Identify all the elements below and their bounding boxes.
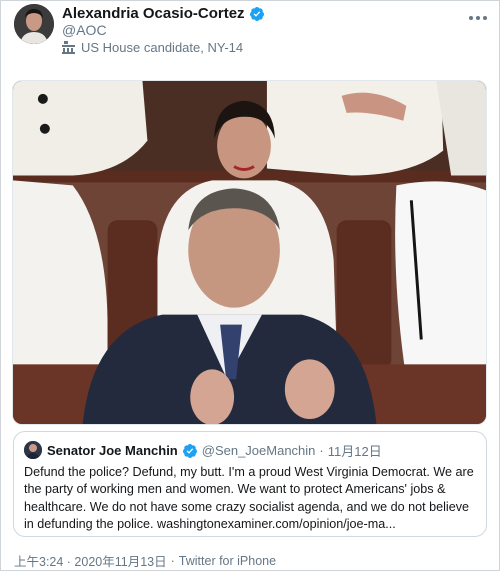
verified-badge-icon — [249, 6, 264, 21]
author-avatar[interactable] — [14, 4, 54, 44]
quoted-author-handle[interactable]: @Sen_JoeManchin — [202, 443, 316, 458]
quoted-tweet-text: Defund the police? Defund, my butt. I'm … — [24, 465, 474, 532]
quoted-author-avatar[interactable] — [24, 441, 42, 459]
more-options-button[interactable] — [469, 11, 487, 25]
government-building-icon — [62, 41, 75, 54]
author-label: US House candidate, NY-14 — [62, 40, 243, 55]
author-name[interactable]: Alexandria Ocasio-Cortez — [62, 5, 245, 22]
tweet-source[interactable]: Twitter for iPhone — [179, 554, 276, 568]
photo-illustration — [13, 81, 486, 424]
author-handle[interactable]: @AOC — [62, 22, 107, 38]
tweet-metadata: 上午3:24 · 2020年11月13日 · Twitter for iPhon… — [14, 551, 276, 570]
author-name-row[interactable]: Alexandria Ocasio-Cortez — [62, 5, 265, 22]
verified-badge-icon — [182, 443, 197, 458]
quoted-tweet-header: Senator Joe Manchin @Sen_JoeManchin · 11… — [47, 441, 382, 460]
author-label-text: US House candidate, NY-14 — [81, 40, 244, 55]
separator-dot: · — [170, 553, 175, 568]
separator-dot: · — [319, 443, 324, 458]
quoted-tweet[interactable]: Senator Joe Manchin @Sen_JoeManchin · 11… — [13, 431, 487, 537]
quoted-tweet-date[interactable]: 11月12日 — [328, 441, 382, 460]
tweet-timestamp[interactable]: 上午3:24 · 2020年11月13日 — [14, 551, 167, 570]
tweet-photo[interactable] — [12, 80, 487, 425]
quoted-author-name[interactable]: Senator Joe Manchin — [47, 443, 178, 458]
tweet-card: Alexandria Ocasio-Cortez @AOC US House c… — [0, 0, 500, 571]
